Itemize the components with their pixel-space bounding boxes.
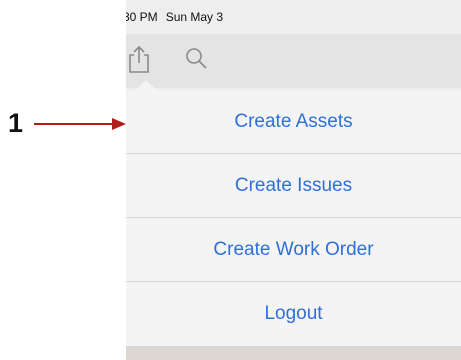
bottom-strip [126,346,461,360]
ipad-screen: 30 PM Sun May 3 Create Assets Create Iss… [126,0,461,360]
logout-menu-item[interactable]: Logout [126,282,461,346]
toolbar [126,34,461,88]
create-assets-menu-item[interactable]: Create Assets [126,90,461,154]
search-icon[interactable] [184,46,208,70]
share-icon[interactable] [126,44,152,74]
status-bar: 30 PM Sun May 3 [126,0,461,34]
actions-popover-menu: Create Assets Create Issues Create Work … [126,90,461,347]
annotation-arrow-icon [34,118,126,130]
create-work-order-menu-item[interactable]: Create Work Order [126,218,461,282]
status-date: Sun May 3 [165,10,224,24]
annotation-number: 1 [8,108,24,138]
status-time: 30 PM [126,10,158,24]
create-issues-menu-item[interactable]: Create Issues [126,154,461,218]
popover-arrow [134,80,158,92]
